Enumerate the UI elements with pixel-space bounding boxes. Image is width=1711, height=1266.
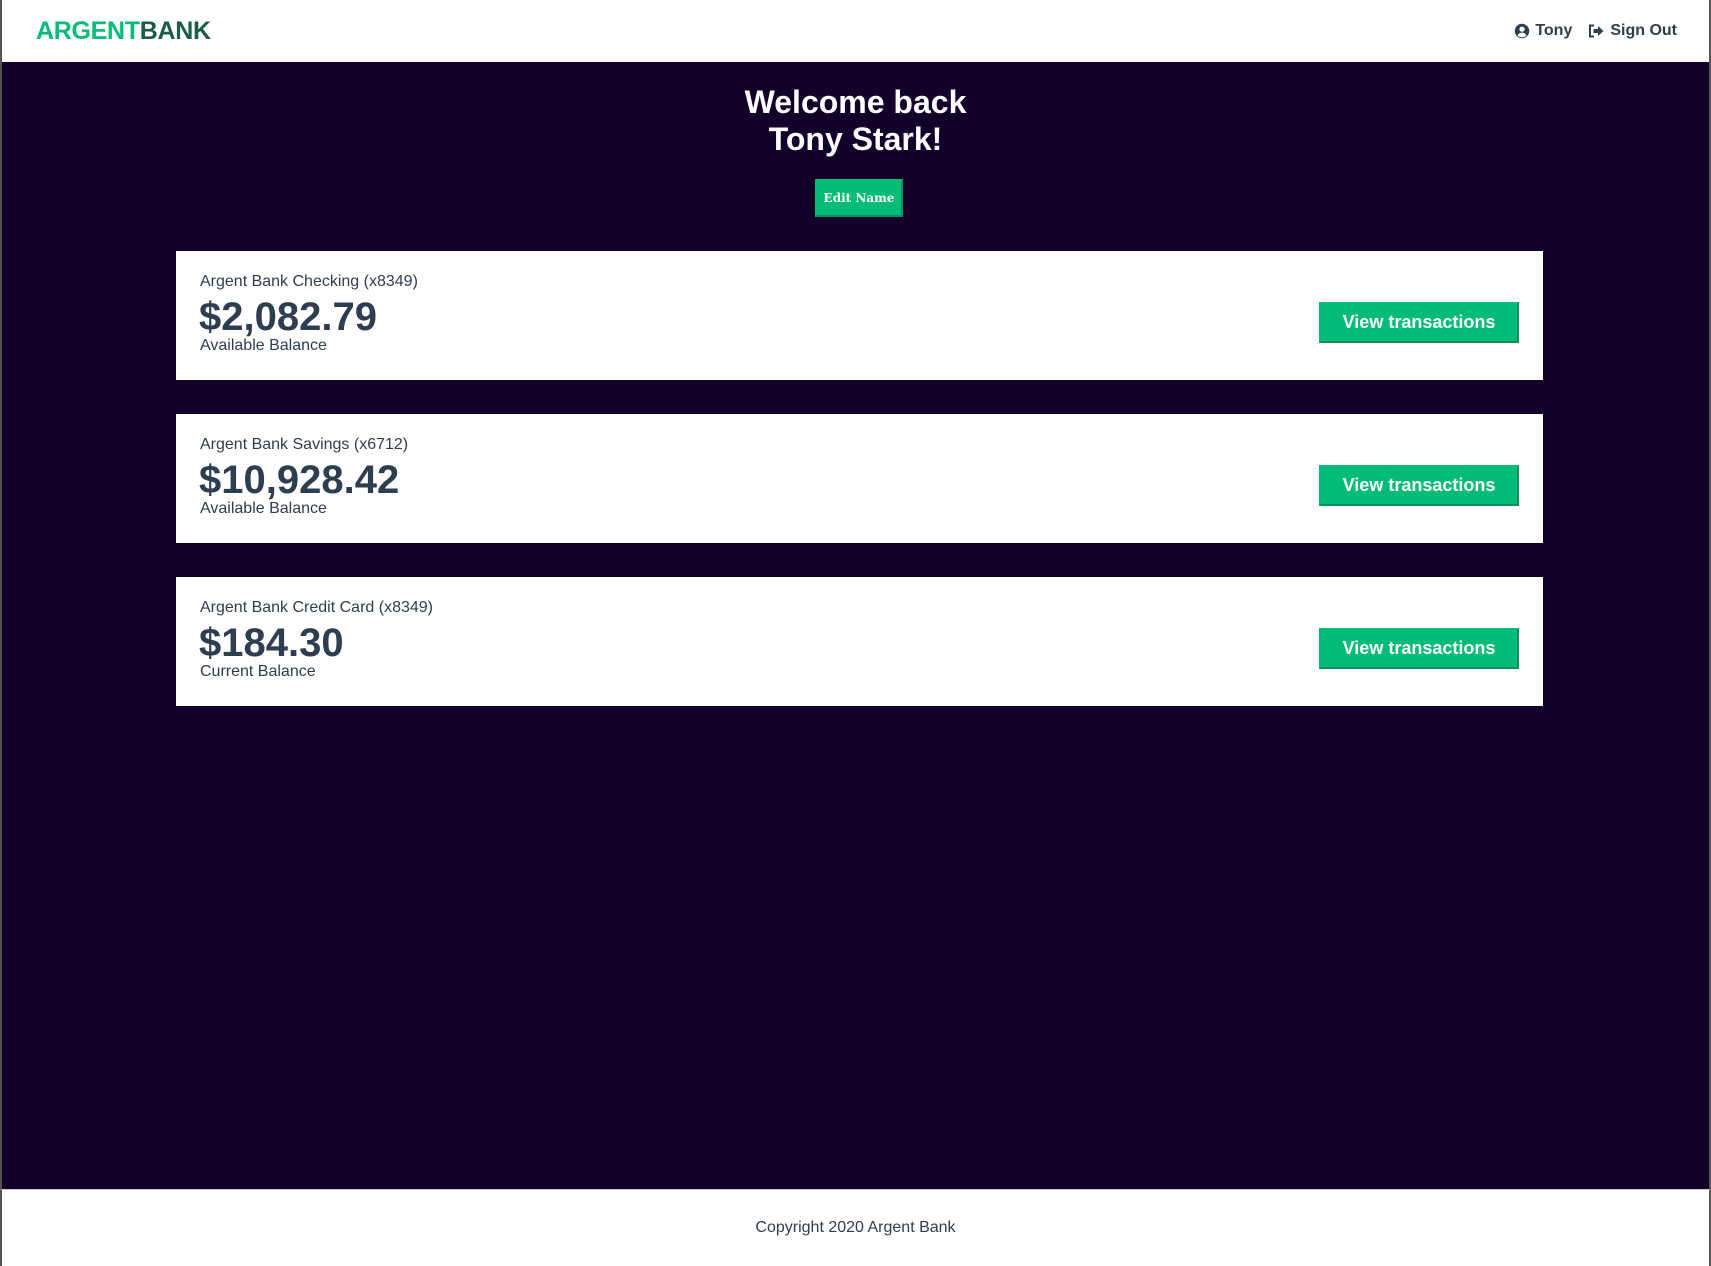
account-amount: $2,082.79 [199,295,377,339]
user-circle-icon [1514,23,1530,39]
main-content: Welcome back Tony Stark! Edit Name Argen… [0,62,1711,1189]
profile-link[interactable]: Tony [1514,22,1572,40]
account-card-checking: Argent Bank Checking (x8349) $2,082.79 A… [176,251,1543,380]
main-nav: ARGENT BANK Tony Sign Out [0,0,1711,62]
account-card-savings: Argent Bank Savings (x6712) $10,928.42 A… [176,414,1543,543]
logo-text-bank: BANK [139,16,211,45]
page-footer: Copyright 2020 Argent Bank [0,1189,1711,1266]
sign-out-link[interactable]: Sign Out [1588,22,1677,40]
nav-user-actions: Tony Sign Out [1514,22,1677,40]
logo-link[interactable]: ARGENT BANK [36,17,211,46]
sign-out-icon [1588,24,1605,38]
account-amount-description: Available Balance [200,500,327,517]
account-card-credit: Argent Bank Credit Card (x8349) $184.30 … [176,577,1543,706]
logo-text-argent: ARGENT [36,16,140,45]
profile-username: Tony [1535,22,1573,39]
welcome-heading: Welcome back Tony Stark! [2,84,1709,158]
view-transactions-button[interactable]: View transactions [1319,465,1519,506]
welcome-header: Welcome back Tony Stark! [2,84,1709,158]
sign-out-label: Sign Out [1610,22,1677,39]
account-amount: $10,928.42 [199,458,400,502]
welcome-user-name: Tony Stark! [768,121,943,157]
welcome-line-1: Welcome back [744,84,967,120]
account-amount-description: Available Balance [200,337,327,354]
view-transactions-button[interactable]: View transactions [1319,302,1519,343]
view-transactions-button[interactable]: View transactions [1319,628,1519,669]
account-amount: $184.30 [199,621,344,665]
account-title: Argent Bank Checking (x8349) [200,273,418,290]
edit-name-button[interactable]: Edit Name [815,179,903,217]
account-title: Argent Bank Credit Card (x8349) [200,599,433,616]
copyright-text: Copyright 2020 Argent Bank [755,1219,956,1236]
account-amount-description: Current Balance [200,663,316,680]
account-title: Argent Bank Savings (x6712) [200,436,409,453]
